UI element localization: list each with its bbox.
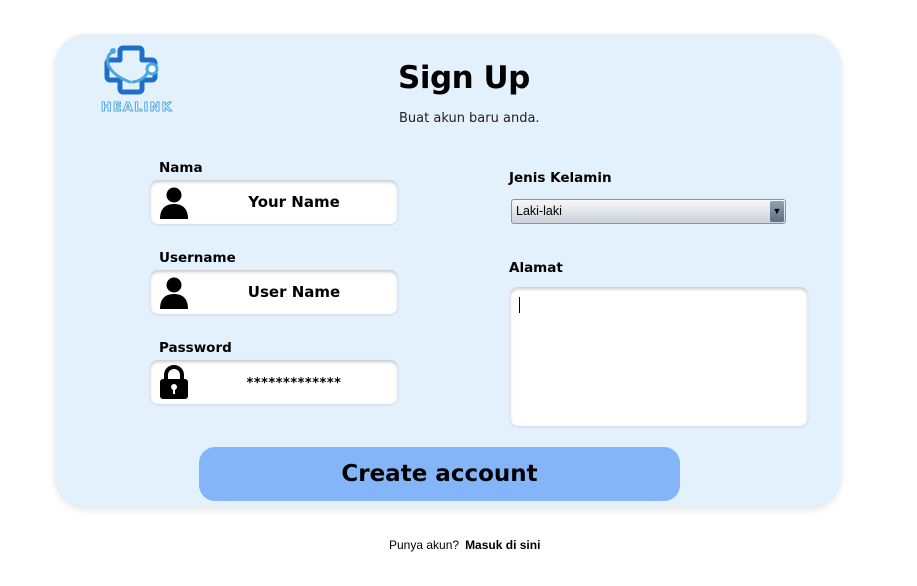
gender-select[interactable]: Laki-laki ▼ bbox=[511, 199, 786, 224]
gender-selected: Laki-laki bbox=[516, 204, 562, 218]
create-account-button[interactable]: Create account bbox=[199, 447, 680, 501]
password-field[interactable]: ************* bbox=[150, 360, 398, 404]
text-caret bbox=[519, 297, 520, 313]
user-icon bbox=[160, 277, 188, 309]
password-label: Password bbox=[159, 340, 232, 356]
chevron-down-icon[interactable]: ▼ bbox=[770, 201, 784, 222]
footer-prompt: Punya akun? bbox=[389, 538, 460, 552]
alamat-textarea[interactable] bbox=[510, 287, 808, 426]
footer: Punya akun? Masuk di sini bbox=[389, 538, 540, 552]
username-field[interactable]: User Name bbox=[150, 270, 398, 314]
alamat-label: Alamat bbox=[509, 260, 563, 276]
page-title: Sign Up bbox=[398, 60, 530, 96]
logo-wordmark: HEALINK bbox=[101, 99, 173, 115]
username-label: Username bbox=[159, 250, 236, 266]
nama-value: Your Name bbox=[248, 193, 340, 211]
lock-icon bbox=[160, 365, 188, 399]
user-icon bbox=[160, 187, 188, 219]
login-link[interactable]: Masuk di sini bbox=[465, 538, 540, 552]
password-value: ************* bbox=[246, 376, 342, 391]
page-subtitle: Buat akun baru anda. bbox=[399, 111, 540, 126]
gender-label: Jenis Kelamin bbox=[509, 170, 612, 186]
username-value: User Name bbox=[247, 283, 341, 301]
nama-field[interactable]: Your Name bbox=[150, 180, 398, 224]
nama-label: Nama bbox=[159, 160, 203, 176]
